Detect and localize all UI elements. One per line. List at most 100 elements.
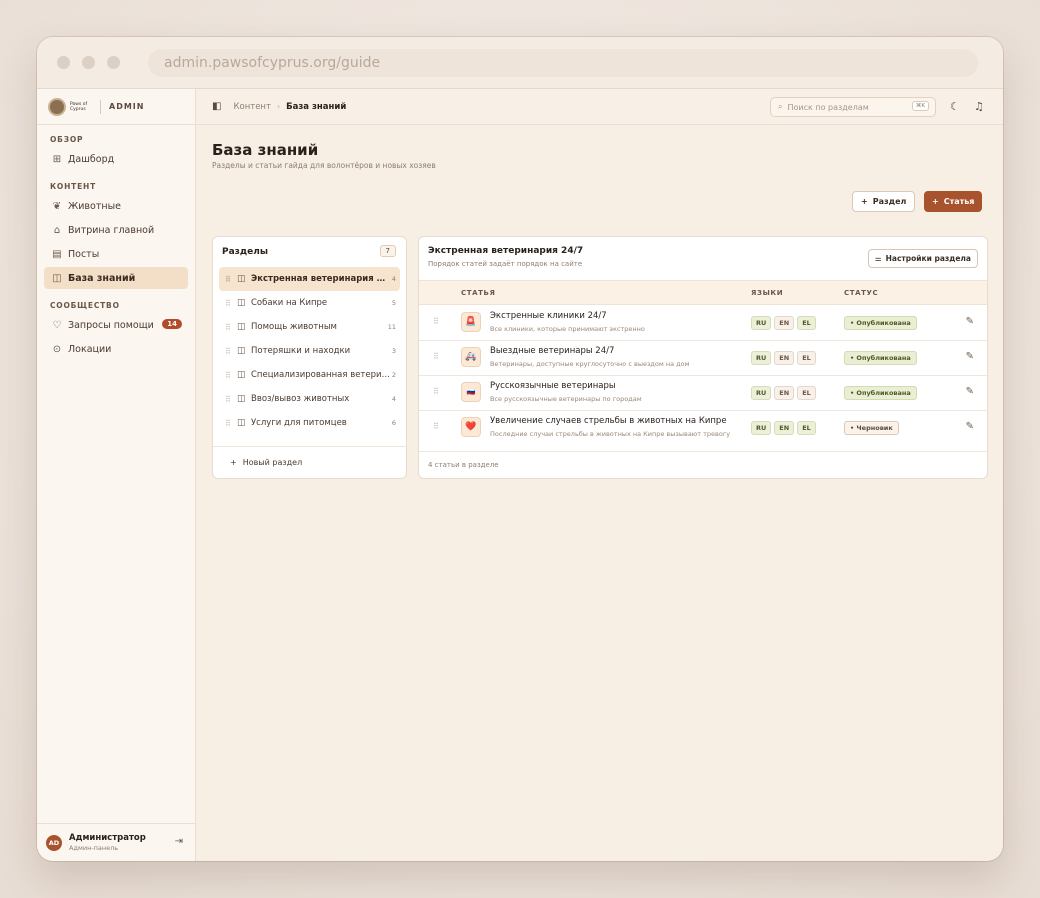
window-minimize-dot[interactable]	[82, 56, 95, 69]
book-icon: ◫	[237, 346, 246, 356]
table-row[interactable]: ⠿ 🚨 Экстренные клиники 24/7 Все клиники,…	[419, 306, 987, 341]
window-maximize-dot[interactable]	[107, 56, 120, 69]
admin-label: ADMIN	[109, 102, 145, 111]
section-item[interactable]: ⠿ ◫ Специализированная ветеринария 2	[219, 363, 400, 387]
section-label: Собаки на Кипре	[251, 298, 328, 308]
table-row[interactable]: ⠿ 🚑 Выездные ветеринары 24/7 Ветеринары,…	[419, 341, 987, 376]
sidebar-item-dashboard[interactable]: ⊞ Дашборд	[44, 148, 188, 170]
article-title[interactable]: Увеличение случаев стрельбы в животных н…	[490, 416, 735, 426]
section-subtitle: Порядок статей задаёт порядок на сайте	[428, 260, 583, 268]
lang-badge-ru: RU	[751, 351, 772, 365]
moon-icon[interactable]: ☾	[950, 100, 960, 113]
topbar: ◧ Контент › База знаний ⌕ Поиск по разде…	[196, 89, 1003, 125]
lang-badge-el: EL	[797, 421, 816, 435]
status-label: Черновик	[856, 424, 893, 432]
sidebar-toggle-icon[interactable]: ◧	[212, 101, 221, 112]
sidebar-item-help-requests[interactable]: ♡ Запросы помощи 14	[44, 314, 188, 336]
lang-badge-en: EN	[774, 421, 795, 435]
book-icon: ◫	[237, 394, 246, 404]
admin-app: Paws of Cyprus ADMIN ОБЗОР ⊞ Дашборд КОН…	[37, 89, 1003, 861]
sections-title: Разделы	[222, 247, 269, 257]
section-article-count: 6	[391, 419, 396, 427]
sidebar-item-label: Запросы помощи	[68, 319, 154, 331]
article-languages: RU EN EL	[751, 421, 819, 435]
plus-icon: +	[861, 197, 868, 206]
article-languages: RU EN EL	[751, 316, 819, 330]
article-description: Все русскоязычные ветеринары по городам	[490, 395, 642, 403]
book-icon: ◫	[237, 298, 246, 308]
user-profile[interactable]: AD Администратор Админ-панель ⇥	[37, 823, 195, 861]
section-settings-label: Настройки раздела	[885, 254, 971, 263]
table-row[interactable]: ⠿ ❤️ Увеличение случаев стрельбы в живот…	[419, 411, 987, 452]
lang-badge-en: EN	[774, 386, 795, 400]
section-settings-button[interactable]: ⚌ Настройки раздела	[867, 249, 978, 268]
drag-handle-icon[interactable]: ⠿	[225, 275, 237, 284]
article-title[interactable]: Русскоязычные ветеринары	[490, 381, 735, 391]
nav-group-community: СООБЩЕСТВО	[50, 301, 120, 310]
section-label: Экстренная ветеринария 24/7	[251, 274, 391, 284]
add-section-button[interactable]: + Раздел	[852, 191, 916, 212]
browser-window: admin.pawsofcyprus.org/guide Paws of Cyp…	[37, 37, 1003, 861]
sections-panel: Разделы 7 ⠿ ◫ Экстренная ветеринария 24/…	[212, 236, 407, 479]
page-title: База знаний	[212, 141, 319, 159]
status-label: Опубликована	[856, 354, 911, 362]
section-article-count: 3	[391, 347, 396, 355]
logout-icon[interactable]: ⇥	[175, 836, 183, 847]
add-article-button[interactable]: + Статья	[924, 191, 983, 212]
edit-icon[interactable]: ✎	[966, 421, 974, 432]
search-input[interactable]: ⌕ Поиск по разделам ⌘K	[770, 97, 936, 117]
status-label: Опубликована	[856, 389, 911, 397]
breadcrumb-chevron-icon: ›	[276, 102, 281, 111]
drag-handle-icon[interactable]: ⠿	[433, 387, 445, 396]
address-bar[interactable]: admin.pawsofcyprus.org/guide	[148, 48, 978, 77]
paw-icon: ❦	[52, 200, 62, 212]
heart-icon: ♡	[52, 319, 62, 331]
section-item[interactable]: ⠿ ◫ Услуги для питомцев 6	[219, 411, 400, 435]
drag-handle-icon[interactable]: ⠿	[225, 299, 237, 308]
breadcrumb-parent[interactable]: Контент	[233, 102, 270, 112]
section-item[interactable]: ⠿ ◫ Ввоз/вывоз животных 4	[219, 387, 400, 411]
section-item[interactable]: ⠿ ◫ Экстренная ветеринария 24/7 4	[219, 267, 400, 291]
sidebar-item-home-showcase[interactable]: ⌂ Витрина главной	[44, 219, 188, 241]
nav-group-content: КОНТЕНТ	[50, 182, 97, 191]
section-label: Услуги для питомцев	[251, 418, 347, 428]
add-section-label: Раздел	[872, 197, 907, 206]
plus-icon: +	[932, 197, 939, 206]
edit-icon[interactable]: ✎	[966, 316, 974, 327]
article-title[interactable]: Экстренные клиники 24/7	[490, 311, 735, 321]
russian-flag-icon: 🇷🇺	[461, 382, 481, 402]
sidebar-item-knowledge-base[interactable]: ◫ База знаний	[44, 267, 188, 289]
drag-handle-icon[interactable]: ⠿	[225, 323, 237, 332]
sidebar-item-animals[interactable]: ❦ Животные	[44, 195, 188, 217]
bell-icon[interactable]: ♫	[974, 100, 984, 113]
sidebar-item-posts[interactable]: ▤ Посты	[44, 243, 188, 265]
drag-handle-icon[interactable]: ⠿	[225, 371, 237, 380]
grid-icon: ⊞	[52, 153, 62, 165]
brand[interactable]: Paws of Cyprus ADMIN	[37, 89, 195, 125]
drag-handle-icon[interactable]: ⠿	[433, 422, 445, 431]
section-item[interactable]: ⠿ ◫ Помощь животным 11	[219, 315, 400, 339]
article-title[interactable]: Выездные ветеринары 24/7	[490, 346, 735, 356]
sections-count-badge: 7	[379, 245, 396, 257]
section-label: Потеряшки и находки	[251, 346, 351, 356]
pin-icon: ⊙	[52, 343, 62, 355]
section-item[interactable]: ⠿ ◫ Потеряшки и находки 3	[219, 339, 400, 363]
plus-icon: +	[230, 458, 237, 467]
drag-handle-icon[interactable]: ⠿	[225, 419, 237, 428]
edit-icon[interactable]: ✎	[966, 351, 974, 362]
drag-handle-icon[interactable]: ⠿	[225, 347, 237, 356]
lang-badge-ru: RU	[751, 421, 772, 435]
sidebar-item-locations[interactable]: ⊙ Локации	[44, 338, 188, 360]
main-content: ◧ Контент › База знаний ⌕ Поиск по разде…	[196, 89, 1003, 861]
table-row[interactable]: ⠿ 🇷🇺 Русскоязычные ветеринары Все русско…	[419, 376, 987, 411]
article-description: Последние случаи стрельбы в животных на …	[490, 430, 731, 438]
section-item[interactable]: ⠿ ◫ Собаки на Кипре 5	[219, 291, 400, 315]
window-close-dot[interactable]	[57, 56, 70, 69]
drag-handle-icon[interactable]: ⠿	[433, 317, 445, 326]
edit-icon[interactable]: ✎	[966, 386, 974, 397]
new-section-button[interactable]: + Новый раздел	[213, 446, 406, 478]
page-subtitle: Разделы и статьи гайда для волонтёров и …	[212, 161, 436, 170]
section-label: Помощь животным	[251, 322, 337, 332]
drag-handle-icon[interactable]: ⠿	[225, 395, 237, 404]
drag-handle-icon[interactable]: ⠿	[433, 352, 445, 361]
